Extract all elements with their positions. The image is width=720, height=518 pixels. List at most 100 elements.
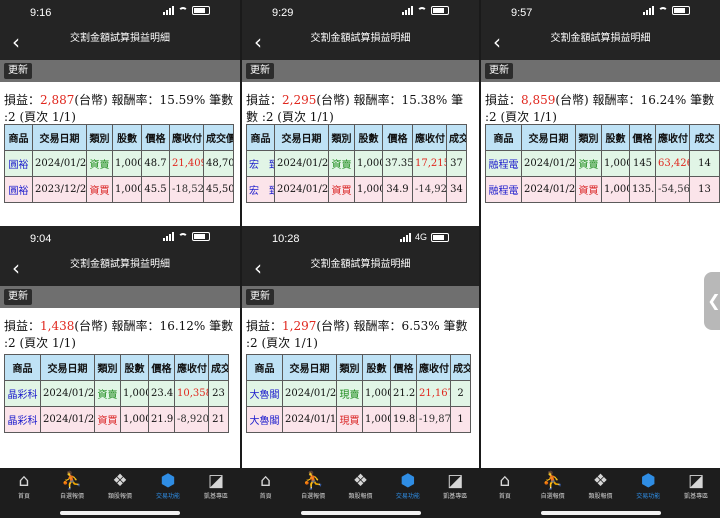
cell-date: 2023/12/28 bbox=[32, 176, 87, 203]
table-row[interactable]: 大魯閣2024/01/12現買1,00019.85-19,8701 bbox=[246, 406, 471, 433]
cell-shares: 1,000 bbox=[362, 406, 391, 433]
screen-2: 9:29 ‹ 交割金額試算損益明細 更新 損益：2,295(台幣) 報酬率：15… bbox=[242, 0, 479, 226]
cell-price: 21.9 bbox=[148, 406, 175, 433]
tab-person-chart[interactable]: ⛹ 自選報價 bbox=[528, 470, 578, 501]
tab-kgi[interactable]: ◪ 凱基專區 bbox=[671, 470, 720, 501]
refresh-button[interactable]: 更新 bbox=[246, 63, 274, 79]
column-header: 商品 bbox=[246, 354, 283, 381]
home-indicator bbox=[60, 511, 180, 515]
status-time: 9:04 bbox=[30, 233, 52, 245]
nav-bar: ‹ 交割金額試算損益明細 bbox=[242, 252, 479, 286]
cell-amount: -14,920 bbox=[412, 176, 447, 203]
cell-date: 2024/01/26 bbox=[282, 380, 337, 407]
cell-deal-value: 2 bbox=[450, 380, 471, 407]
signal-icon bbox=[399, 232, 411, 242]
kgi-icon: ◪ bbox=[447, 471, 464, 491]
cell-product: 宏 致 bbox=[246, 150, 275, 177]
column-header: 商品 bbox=[485, 124, 522, 151]
trade-icon: ⬢ bbox=[640, 471, 656, 491]
column-header: 價格 bbox=[629, 124, 656, 151]
refresh-button[interactable]: 更新 bbox=[4, 289, 32, 305]
pl-value: 2,295 bbox=[282, 93, 317, 107]
pl-summary: 損益：1,297(台幣) 報酬率：6.53% 筆數 :2 (頁次 1/1) bbox=[246, 319, 468, 350]
column-header: 成交價 bbox=[203, 124, 234, 151]
column-header: 價格 bbox=[382, 124, 413, 151]
table-row[interactable]: 宏 致2024/01/26資賣1,00037.3517,21537 bbox=[246, 150, 467, 177]
vertical-divider-3 bbox=[240, 226, 242, 468]
tab-house[interactable]: ⌂ 首頁 bbox=[241, 470, 291, 501]
cell-amount: 21,167 bbox=[416, 380, 451, 407]
status-bar: 9:29 bbox=[242, 0, 479, 26]
column-header: 成交 bbox=[208, 354, 229, 381]
tab-kgi[interactable]: ◪ 凱基專區 bbox=[191, 470, 241, 501]
column-header: 交易日期 bbox=[32, 124, 87, 151]
cell-amount: -19,870 bbox=[416, 406, 451, 433]
table-row[interactable]: 晶彩科2024/01/26資賣1,00023.4510,35823 bbox=[4, 380, 229, 407]
column-header: 交易日期 bbox=[282, 354, 337, 381]
refresh-button[interactable]: 更新 bbox=[4, 63, 32, 79]
pl-detail-table: 商品交易日期類別股數價格應收付成交大魯閣2024/01/26現賣1,00021.… bbox=[246, 354, 471, 433]
network-type: 4G bbox=[414, 232, 427, 242]
pl-value: 2,887 bbox=[40, 93, 75, 107]
column-header: 交易日期 bbox=[521, 124, 576, 151]
cell-shares: 1,000 bbox=[120, 406, 149, 433]
table-row[interactable]: 晶彩科2024/01/25資買1,00021.9-8,92021 bbox=[4, 406, 229, 433]
bottom-tab-bar: ⌂ 首頁 ⛹ 自選報價 ❖ 類股報價 ⬢ 交易功能 ◪ 凱基專區 ⌂ 首頁 ⛹ 自選報價 ❖ 類股報價 ⬢ 交易功… bbox=[0, 468, 720, 518]
tiles-icon: ❖ bbox=[352, 471, 369, 491]
tab-house[interactable]: ⌂ 首頁 bbox=[480, 470, 530, 501]
table-row[interactable]: 融程電2024/01/23資買1,000135.5-54,56713 bbox=[485, 176, 720, 203]
refresh-button[interactable]: 更新 bbox=[485, 63, 513, 79]
cell-amount: -18,522 bbox=[169, 176, 204, 203]
tab-tiles[interactable]: ❖ 類股報價 bbox=[95, 470, 145, 501]
tab-tiles[interactable]: ❖ 類股報價 bbox=[336, 470, 386, 501]
wifi-icon bbox=[658, 6, 668, 15]
tab-kgi[interactable]: ◪ 凱基專區 bbox=[430, 470, 480, 501]
tab-trade[interactable]: ⬢ 交易功能 bbox=[143, 470, 193, 501]
cell-amount: 17,215 bbox=[412, 150, 447, 177]
table-row[interactable]: 宏 致2024/01/25資買1,00034.9-14,92034 bbox=[246, 176, 467, 203]
cell-product: 大魯閣 bbox=[246, 406, 283, 433]
signal-icon bbox=[643, 6, 654, 15]
table-row[interactable]: 大魯閣2024/01/26現賣1,00021.2521,1672 bbox=[246, 380, 471, 407]
page-title: 交割金額試算損益明細 bbox=[310, 259, 411, 270]
screen-4: 9:04 ‹ 交割金額試算損益明細 更新 損益：1,438(台幣) 報酬率：16… bbox=[0, 226, 240, 468]
signal-icon bbox=[402, 6, 413, 15]
cell-date: 2024/01/26 bbox=[521, 150, 576, 177]
cell-deal-value: 45,50 bbox=[203, 176, 234, 203]
side-drawer-handle-icon[interactable]: ❮ bbox=[704, 272, 720, 330]
column-header: 類別 bbox=[94, 354, 121, 381]
tab-person-chart[interactable]: ⛹ 自選報價 bbox=[47, 470, 97, 501]
tab-person-chart[interactable]: ⛹ 自選報價 bbox=[288, 470, 338, 501]
table-row[interactable]: 融程電2024/01/26資賣1,00014563,42614 bbox=[485, 150, 720, 177]
cell-date: 2024/01/25 bbox=[40, 406, 95, 433]
cell-product: 晶彩科 bbox=[4, 406, 41, 433]
trade-icon: ⬢ bbox=[400, 471, 416, 491]
cell-type: 資賣 bbox=[575, 150, 602, 177]
column-header: 商品 bbox=[4, 354, 41, 381]
battery-icon bbox=[192, 6, 210, 15]
cell-type: 資買 bbox=[86, 176, 113, 203]
table-row[interactable]: 圓裕2024/01/26資賣1,00048.721,40948,70 bbox=[4, 150, 234, 177]
tab-house[interactable]: ⌂ 首頁 bbox=[0, 470, 49, 501]
table-row[interactable]: 圓裕2023/12/28資買1,00045.5-18,52245,50 bbox=[4, 176, 234, 203]
battery-icon bbox=[431, 6, 449, 15]
table-header-row: 商品交易日期類別股數價格應收付成交 bbox=[4, 354, 229, 381]
cell-deal-value: 37 bbox=[446, 150, 467, 177]
refresh-button[interactable]: 更新 bbox=[246, 289, 274, 305]
kgi-icon: ◪ bbox=[207, 471, 225, 491]
column-header: 類別 bbox=[86, 124, 113, 151]
nav-bar: ‹ 交割金額試算損益明細 bbox=[0, 26, 240, 60]
cell-product: 圓裕 bbox=[4, 150, 33, 177]
page-title: 交割金額試算損益明細 bbox=[70, 33, 170, 44]
battery-icon bbox=[431, 232, 449, 242]
cell-date: 2024/01/23 bbox=[521, 176, 576, 203]
tab-trade[interactable]: ⬢ 交易功能 bbox=[383, 470, 433, 501]
cell-amount: 10,358 bbox=[174, 380, 209, 407]
column-header: 股數 bbox=[601, 124, 630, 151]
tab-tiles[interactable]: ❖ 類股報價 bbox=[576, 470, 626, 501]
tab-trade[interactable]: ⬢ 交易功能 bbox=[623, 470, 673, 501]
column-header: 商品 bbox=[4, 124, 33, 151]
cell-shares: 1,000 bbox=[120, 380, 149, 407]
cell-amount: 63,426 bbox=[655, 150, 690, 177]
cell-deal-value: 14 bbox=[689, 150, 720, 177]
